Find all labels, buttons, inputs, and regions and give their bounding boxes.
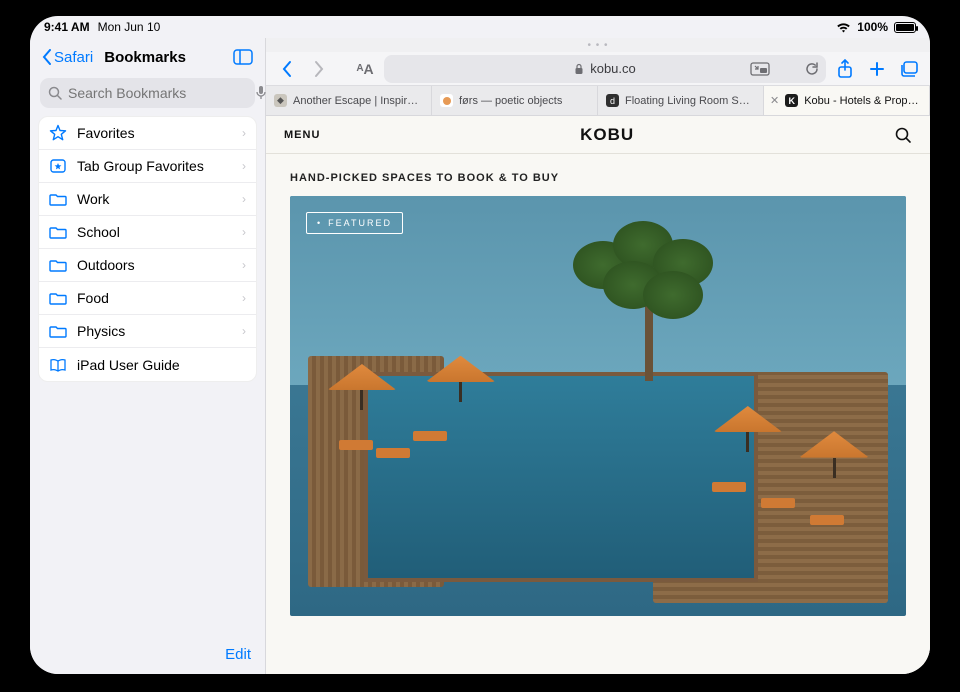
page-settings-button[interactable]: AA — [352, 56, 378, 82]
site-tagline: HAND-PICKED SPACES TO BOOK & TO BUY — [266, 154, 930, 196]
tab-label: Floating Living Room Se… — [625, 95, 755, 107]
folder-icon — [49, 190, 67, 208]
tab-floating-living-room[interactable]: d Floating Living Room Se… — [598, 86, 764, 115]
browser-toolbar: AA kobu.co — [266, 52, 930, 86]
sidebar-item-work[interactable]: Work › — [39, 183, 256, 216]
multitask-grabber[interactable]: • • • — [266, 38, 930, 52]
chevron-right-icon: › — [242, 159, 246, 173]
bookmarks-sidebar: Safari Bookmarks — [30, 38, 266, 674]
featured-badge: FEATURED — [306, 212, 403, 234]
folder-icon — [49, 223, 67, 241]
url-text: kobu.co — [590, 61, 636, 76]
nav-forward-button — [306, 56, 332, 82]
tab-label: Another Escape | Inspir… — [293, 95, 418, 107]
sidebar-item-label: Food — [77, 290, 109, 306]
sidebar-item-tabgroup-favorites[interactable]: Tab Group Favorites › — [39, 150, 256, 183]
favicon-icon: ◆ — [274, 94, 287, 107]
search-bookmarks-field[interactable] — [40, 78, 255, 108]
sidebar-item-label: iPad User Guide — [77, 357, 180, 373]
status-time: 9:41 AM — [44, 20, 90, 34]
sidebar-title: Bookmarks — [57, 49, 233, 66]
tab-fors[interactable]: førs — poetic objects — [432, 86, 598, 115]
favicon-icon: K — [785, 94, 798, 107]
screen: 9:41 AM Mon Jun 10 100% Safari Boo — [30, 16, 930, 674]
chevron-right-icon: › — [242, 126, 246, 140]
sidebar-item-favorites[interactable]: Favorites › — [39, 117, 256, 150]
lock-icon — [574, 63, 584, 75]
site-menu-button[interactable]: MENU — [284, 129, 320, 141]
edit-button[interactable]: Edit — [225, 646, 251, 663]
sidebar-item-label: School — [77, 224, 120, 240]
featured-label: FEATURED — [328, 218, 392, 228]
hero-image[interactable]: FEATURED — [290, 196, 906, 616]
share-button[interactable] — [832, 56, 858, 82]
site-search-button[interactable] — [894, 126, 912, 144]
favicon-icon — [440, 94, 453, 107]
tab-another-escape[interactable]: ◆ Another Escape | Inspir… — [266, 86, 432, 115]
tab-kobu[interactable]: ✕ K Kobu - Hotels & Propert… — [764, 86, 930, 115]
sidebar-item-food[interactable]: Food › — [39, 282, 256, 315]
sidebar-item-school[interactable]: School › — [39, 216, 256, 249]
close-tab-icon[interactable]: ✕ — [770, 94, 779, 107]
sidebar-item-label: Work — [77, 191, 109, 207]
search-icon — [48, 86, 62, 100]
sidebar-item-label: Outdoors — [77, 257, 135, 273]
reload-button[interactable] — [804, 61, 820, 77]
tab-label: Kobu - Hotels & Propert… — [804, 95, 921, 107]
webpage-content: MENU KOBU HAND-PICKED SPACES TO BOOK & T… — [266, 116, 930, 674]
battery-icon — [894, 22, 916, 33]
toggle-sidebar-button[interactable] — [233, 49, 253, 65]
status-date: Mon Jun 10 — [98, 20, 161, 34]
tab-strip: ◆ Another Escape | Inspir… førs — poetic… — [266, 86, 930, 116]
site-header: MENU KOBU — [266, 116, 930, 154]
pip-button[interactable] — [750, 62, 770, 76]
sidebar-item-ipad-user-guide[interactable]: iPad User Guide — [39, 348, 256, 381]
favicon-icon: d — [606, 94, 619, 107]
sidebar-item-label: Favorites — [77, 125, 135, 141]
chevron-right-icon: › — [242, 192, 246, 206]
chevron-right-icon: › — [242, 258, 246, 272]
tabs-overview-button[interactable] — [896, 56, 922, 82]
new-tab-button[interactable] — [864, 56, 890, 82]
nav-back-button[interactable] — [274, 56, 300, 82]
sidebar-item-physics[interactable]: Physics › — [39, 315, 256, 348]
address-bar[interactable]: kobu.co — [384, 55, 826, 83]
search-bookmarks-input[interactable] — [68, 85, 249, 101]
bookmarks-list: Favorites › Tab Group Favorites › Work › — [38, 116, 257, 382]
chevron-right-icon: › — [242, 324, 246, 338]
folder-icon — [49, 322, 67, 340]
book-icon — [49, 356, 67, 374]
sidebar-item-outdoors[interactable]: Outdoors › — [39, 249, 256, 282]
site-logo[interactable]: KOBU — [580, 125, 634, 145]
sidebar-item-label: Tab Group Favorites — [77, 158, 204, 174]
chevron-right-icon: › — [242, 291, 246, 305]
folder-icon — [49, 256, 67, 274]
sidebar-item-label: Physics — [77, 323, 125, 339]
ipad-device-frame: 9:41 AM Mon Jun 10 100% Safari Boo — [0, 0, 960, 692]
tabgroup-star-icon — [49, 157, 67, 175]
tab-label: førs — poetic objects — [459, 95, 562, 107]
star-outline-icon — [49, 124, 67, 142]
folder-icon — [49, 289, 67, 307]
browser-main: • • • AA k — [266, 38, 930, 674]
battery-percent: 100% — [857, 20, 888, 34]
wifi-icon — [836, 22, 851, 33]
chevron-right-icon: › — [242, 225, 246, 239]
status-bar: 9:41 AM Mon Jun 10 100% — [30, 16, 930, 38]
